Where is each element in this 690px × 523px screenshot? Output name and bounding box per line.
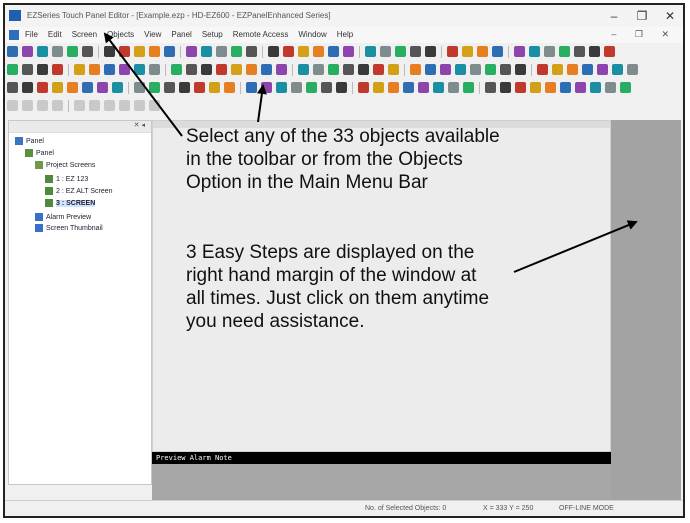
arrow-to-toolbar [256, 84, 267, 123]
arrow-to-right-margin [513, 220, 638, 273]
arrow-to-objects-menu [103, 32, 183, 137]
annotation-arrows [103, 32, 638, 273]
